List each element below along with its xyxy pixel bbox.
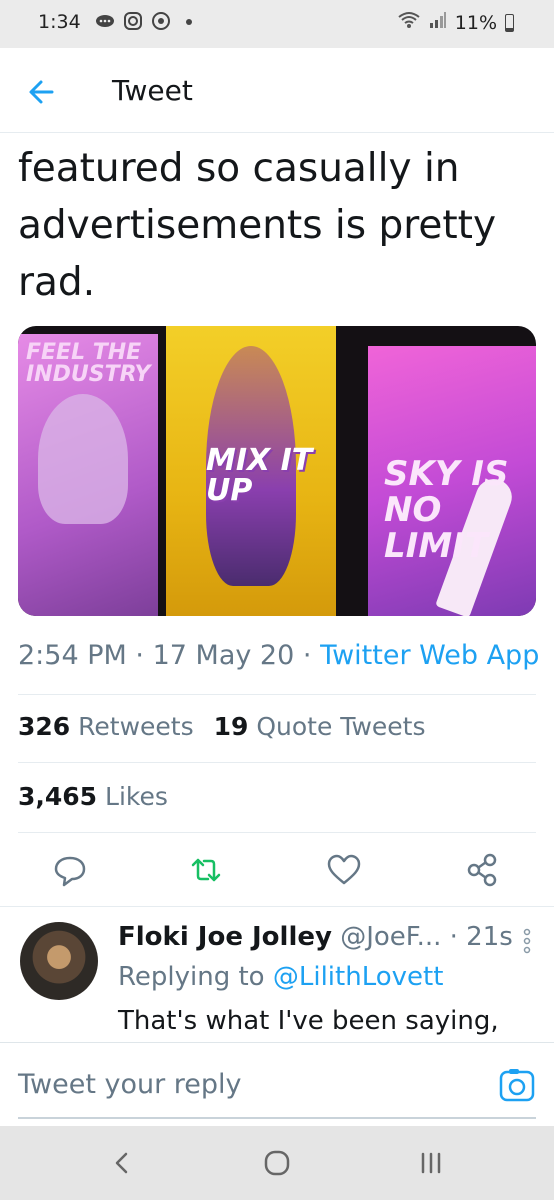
divider <box>0 906 554 907</box>
heart-icon <box>324 854 364 894</box>
quote-tweets-count: 19 <box>213 712 249 741</box>
tweet-meta: 2:54 PM · 17 May 20 · Twitter Web App <box>18 640 539 671</box>
camera-button[interactable] <box>498 1067 536 1105</box>
more-vertical-icon <box>520 928 534 960</box>
status-bar: 1:34 11% <box>0 0 554 48</box>
divider <box>18 694 536 695</box>
status-time: 1:34 <box>38 11 81 33</box>
likes-link[interactable]: 3,465 Likes <box>18 782 168 811</box>
avatar[interactable] <box>20 922 98 1000</box>
chat-notification-icon <box>94 10 116 32</box>
reply-author-name[interactable]: Floki Joe Jolley <box>118 922 332 952</box>
share-icon <box>462 853 502 894</box>
compose-bar: Tweet your reply <box>0 1042 554 1127</box>
share-button[interactable] <box>462 850 502 890</box>
signal-icon <box>429 11 447 34</box>
chevron-left-icon <box>102 1152 142 1186</box>
divider <box>18 832 536 833</box>
camera-icon <box>498 1069 536 1109</box>
replying-prefix: Replying to <box>118 962 265 992</box>
nav-home-button[interactable] <box>257 1144 297 1182</box>
instagram-notification-icon <box>122 10 144 32</box>
retweets-link[interactable]: 326 Retweets <box>18 712 194 741</box>
quote-tweets-link[interactable]: 19 Quote Tweets <box>214 712 426 741</box>
reply-text: That's what I've been saying, <box>118 1006 499 1036</box>
page-title: Tweet <box>112 74 193 107</box>
billboard-left: FEEL THE INDUSTRY <box>18 334 158 616</box>
retweet-stats: 326 Retweets 19 Quote Tweets <box>18 712 425 741</box>
likes-label: Likes <box>105 782 168 811</box>
tweet-text-line: advertisements is pretty <box>18 203 497 248</box>
compose-underline <box>18 1117 536 1119</box>
tweet-image[interactable]: FEEL THE INDUSTRY MIX IT UP SKY IS NO LI… <box>18 326 536 616</box>
divider <box>18 762 536 763</box>
retweet-icon <box>186 858 226 894</box>
billboard-person <box>38 394 128 524</box>
billboard-center-text: MIX IT UP <box>206 443 313 508</box>
tweet-actions <box>0 842 554 894</box>
battery-fill <box>506 28 513 31</box>
reply-header: Floki Joe Jolley @JoeF... · 21s <box>118 922 513 952</box>
replying-to-mention[interactable]: @LilithLovett <box>273 962 444 992</box>
home-circle-icon <box>257 1150 297 1186</box>
system-indicators: 11% <box>397 10 514 35</box>
meta-separator: · <box>135 640 144 671</box>
battery-percent: 11% <box>454 11 497 34</box>
reply-time: · 21s <box>449 922 513 952</box>
like-button[interactable] <box>324 850 364 890</box>
tweet-date: 17 May 20 <box>152 640 295 671</box>
quote-tweets-label: Quote Tweets <box>256 712 426 741</box>
notification-icons <box>94 10 200 32</box>
tweet-source-link[interactable]: Twitter Web App <box>320 640 539 671</box>
likes-count: 3,465 <box>18 782 98 811</box>
billboard-right: SKY IS NO LIMIT <box>368 346 536 616</box>
reply-input[interactable]: Tweet your reply <box>18 1065 478 1105</box>
reply-author-handle: @JoeF... <box>340 922 442 952</box>
likes-stats: 3,465 Likes <box>18 782 168 811</box>
billboard-center: MIX IT UP <box>166 326 336 616</box>
nav-back-button[interactable] <box>102 1144 142 1182</box>
billboard-right-text: SKY IS NO LIMIT <box>384 454 509 566</box>
meta-separator: · <box>302 640 312 671</box>
billboard-left-text: FEEL THE INDUSTRY <box>26 340 151 387</box>
retweets-count: 326 <box>18 712 71 741</box>
retweets-label: Retweets <box>78 712 194 741</box>
battery-icon <box>505 13 514 32</box>
tweet-text-line: rad. <box>18 260 96 305</box>
wifi-icon <box>397 10 421 35</box>
recents-icon <box>411 1152 451 1186</box>
more-notifications-dot-icon <box>178 10 200 32</box>
back-arrow-icon <box>22 80 62 114</box>
tweet-text: featured so casually in advertisements i… <box>18 140 538 311</box>
tweet-text-line: featured so casually in <box>18 146 460 191</box>
reply-more-button[interactable] <box>520 926 534 956</box>
system-nav-bar <box>0 1126 554 1200</box>
tweet-time: 2:54 PM <box>18 640 127 671</box>
back-button[interactable] <box>22 74 62 110</box>
nav-recents-button[interactable] <box>411 1144 451 1182</box>
reply-button[interactable] <box>50 850 90 890</box>
replying-to: Replying to @LilithLovett <box>118 962 443 992</box>
reply-icon <box>50 856 90 894</box>
retweet-button[interactable] <box>186 850 226 890</box>
tweet-header: Tweet <box>0 48 554 133</box>
sync-notification-icon <box>150 10 172 32</box>
